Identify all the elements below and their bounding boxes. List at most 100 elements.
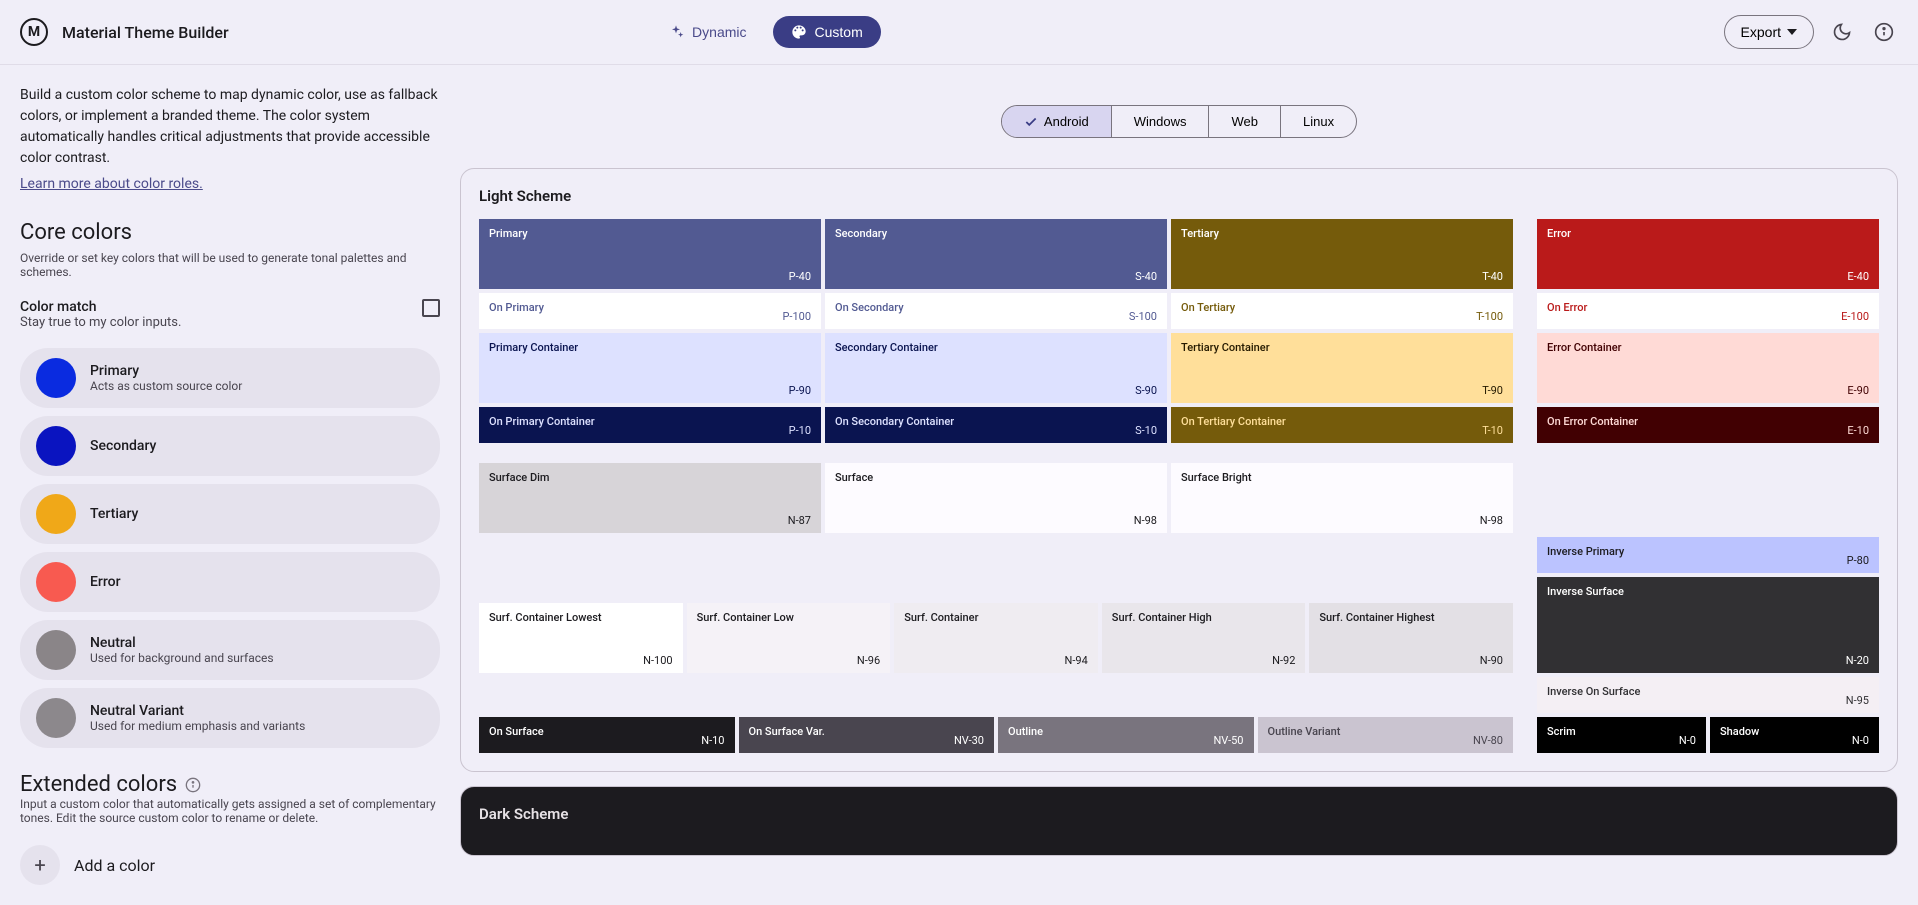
header: M Material Theme Builder Dynamic Custom … [0,0,1918,65]
role-inverse-surface[interactable]: Inverse SurfaceN-20 [1537,577,1879,673]
role-token: T-90 [1482,384,1503,397]
color-item-name: Tertiary [90,506,138,522]
role-token: N-90 [1480,654,1503,667]
role-surf-cont-highest[interactable]: Surf. Container HighestN-90 [1309,603,1513,673]
role-token: T-10 [1482,424,1503,437]
platform-tab-android[interactable]: Android [1002,106,1112,137]
platform-label: Web [1231,114,1258,129]
role-secondary[interactable]: SecondaryS-40 [825,219,1167,289]
platform-tab-windows[interactable]: Windows [1112,106,1210,137]
color-item-sub: Acts as custom source color [90,379,242,393]
core-colors-subtitle: Override or set key colors that will be … [20,251,440,279]
platform-label: Android [1044,114,1089,129]
role-on-secondary[interactable]: On SecondaryS-100 [825,293,1167,329]
role-outline-variant[interactable]: Outline VariantNV-80 [1258,717,1514,753]
platform-tab-web[interactable]: Web [1209,106,1281,137]
color-item-name: Primary [90,363,242,379]
role-tertiary-container[interactable]: Tertiary ContainerT-90 [1171,333,1513,403]
role-error-container[interactable]: Error ContainerE-90 [1537,333,1879,403]
role-on-tertiary-container[interactable]: On Tertiary ContainerT-10 [1171,407,1513,443]
role-name: On Surface [489,725,725,738]
extended-colors-title: Extended colors [20,772,177,797]
core-color-tertiary[interactable]: Tertiary [20,484,440,544]
color-item-name: Neutral Variant [90,703,305,719]
role-on-error[interactable]: On ErrorE-100 [1537,293,1879,329]
role-name: Surface Dim [489,471,811,484]
color-swatch [36,426,76,466]
role-surf-cont-lowest[interactable]: Surf. Container LowestN-100 [479,603,683,673]
dark-mode-toggle[interactable] [1828,18,1856,46]
role-token: N-0 [1679,734,1696,747]
palette-icon [791,24,807,40]
role-outline[interactable]: OutlineNV-50 [998,717,1254,753]
role-name: Outline Variant [1268,725,1504,738]
left-panel: Build a custom color scheme to map dynam… [20,65,440,885]
role-inverse-primary[interactable]: Inverse PrimaryP-80 [1537,537,1879,573]
role-surf-cont-low[interactable]: Surf. Container LowN-96 [687,603,891,673]
role-name: Surf. Container High [1112,611,1296,624]
role-name: Scrim [1547,725,1696,738]
core-color-secondary[interactable]: Secondary [20,416,440,476]
color-swatch [36,562,76,602]
core-color-primary[interactable]: PrimaryActs as custom source color [20,348,440,408]
core-color-neutral-variant[interactable]: Neutral VariantUsed for medium emphasis … [20,688,440,748]
role-name: Inverse Primary [1547,545,1869,558]
role-on-tertiary[interactable]: On TertiaryT-100 [1171,293,1513,329]
role-on-surface[interactable]: On SurfaceN-10 [479,717,735,753]
role-name: On Error [1547,301,1869,314]
color-item-name: Secondary [90,438,156,454]
role-surface[interactable]: SurfaceN-98 [825,463,1167,533]
export-button[interactable]: Export [1724,15,1814,49]
export-label: Export [1741,24,1781,40]
light-scheme-card: Light Scheme PrimaryP-40SecondaryS-40Ter… [460,168,1898,772]
add-color-button[interactable]: + Add a color [20,845,440,885]
dark-scheme-title: Dark Scheme [479,805,1879,823]
role-primary-container[interactable]: Primary ContainerP-90 [479,333,821,403]
role-on-error-container[interactable]: On Error ContainerE-10 [1537,407,1879,443]
color-item-name: Error [90,574,121,590]
platform-tab-linux[interactable]: Linux [1281,106,1356,137]
role-inverse-on-surface[interactable]: Inverse On SurfaceN-95 [1537,677,1879,713]
dynamic-mode-button[interactable]: Dynamic [650,16,764,48]
role-token: P-90 [789,384,811,397]
role-surface-bright[interactable]: Surface BrightN-98 [1171,463,1513,533]
core-color-neutral[interactable]: NeutralUsed for background and surfaces [20,620,440,680]
role-surf-cont-high[interactable]: Surf. Container HighN-92 [1102,603,1306,673]
role-shadow[interactable]: ShadowN-0 [1710,717,1879,753]
info-icon[interactable] [185,777,201,793]
info-button[interactable] [1870,18,1898,46]
role-on-primary-container[interactable]: On Primary ContainerP-10 [479,407,821,443]
platform-segmented: Android Windows Web Linux [1001,105,1357,138]
role-token: N-87 [788,514,811,527]
role-token: N-98 [1480,514,1503,527]
role-on-surface-var[interactable]: On Surface Var.NV-30 [739,717,995,753]
role-token: S-40 [1135,270,1157,283]
check-icon [1024,115,1038,129]
role-primary[interactable]: PrimaryP-40 [479,219,821,289]
plus-icon: + [20,845,60,885]
role-error[interactable]: ErrorE-40 [1537,219,1879,289]
color-match-sub: Stay true to my color inputs. [20,315,181,330]
sparkle-icon [668,24,684,40]
role-scrim[interactable]: ScrimN-0 [1537,717,1706,753]
role-surface-dim[interactable]: Surface Dim N-87 [479,463,821,533]
right-panel: Android Windows Web Linux Light Scheme Prim… [460,65,1898,885]
info-icon [1874,22,1894,42]
color-match-checkbox[interactable] [422,299,440,317]
role-token: N-96 [857,654,880,667]
role-secondary-container[interactable]: Secondary ContainerS-90 [825,333,1167,403]
role-on-primary[interactable]: On PrimaryP-100 [479,293,821,329]
custom-label: Custom [815,24,863,40]
platform-label: Linux [1303,114,1334,129]
role-token: P-40 [789,270,811,283]
role-tertiary[interactable]: TertiaryT-40 [1171,219,1513,289]
custom-mode-button[interactable]: Custom [773,16,881,48]
core-color-error[interactable]: Error [20,552,440,612]
learn-more-link[interactable]: Learn more about color roles. [20,176,203,192]
light-scheme-title: Light Scheme [479,187,1879,205]
role-surf-cont[interactable]: Surf. ContainerN-94 [894,603,1098,673]
role-on-secondary-container[interactable]: On Secondary ContainerS-10 [825,407,1167,443]
color-swatch [36,494,76,534]
role-token: T-40 [1482,270,1503,283]
role-token: N-20 [1846,654,1869,667]
